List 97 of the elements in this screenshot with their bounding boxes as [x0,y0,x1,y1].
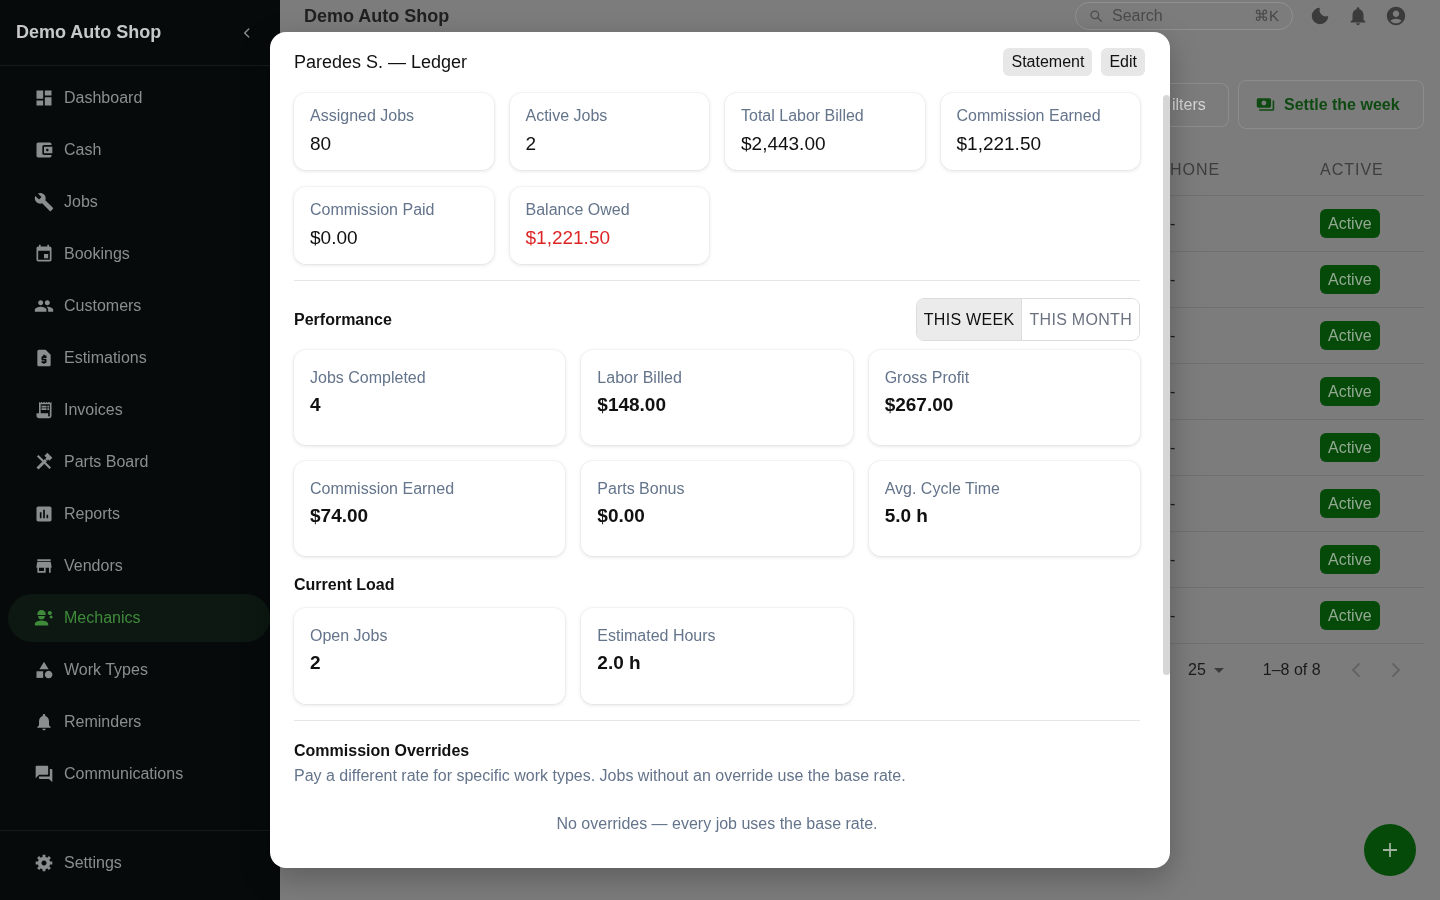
status-badge: Active [1320,433,1380,462]
stat-value: $0.00 [310,226,359,250]
stat-value: 80 [310,132,333,156]
status-badge: Active [1320,209,1380,238]
stat-value: $74.00 [310,504,370,528]
settings-icon [34,853,54,873]
stat-label: Jobs Completed [310,368,427,388]
stat-label: Commission Earned [956,106,1102,126]
stat-value: $148.00 [597,393,667,417]
storefront-icon [34,556,54,576]
stat-label: Gross Profit [884,368,971,388]
stat-label: Parts Bonus [597,479,686,499]
dialog-action-button[interactable]: Statement [1003,48,1093,76]
table-cell-text: - [1170,214,1177,233]
sidebar-item[interactable]: Communications [8,750,270,798]
dialog-title: Paredes S. — Ledger [294,51,468,73]
sidebar-item[interactable]: Bookings [8,230,270,278]
worker-icon [34,608,54,628]
wrench-icon [34,192,54,212]
column-header: ACTIVE [1320,161,1385,179]
stat-label: Total Labor Billed [741,106,865,126]
banknote-icon [1256,95,1275,114]
sidebar-item[interactable]: Customers [8,282,270,330]
moon-icon[interactable] [1309,5,1331,27]
receipt-icon [34,400,54,420]
sidebar-item[interactable]: Jobs [8,178,270,226]
calendar-icon [34,244,54,264]
stat-value: $267.00 [884,393,955,417]
status-badge: Active [1320,265,1380,294]
chevron-right-icon[interactable] [1390,662,1401,678]
stat-label: Labor Billed [597,368,683,388]
sidebar-item[interactable]: Cash [8,126,270,174]
wallet-icon [34,140,54,160]
dialog-action-button[interactable]: Edit [1101,48,1145,76]
scrollbar-thumb[interactable] [1163,95,1170,675]
stat-value: $1,221.50 [956,132,1043,156]
crossed-tools-icon [34,452,54,472]
stat-value: $2,443.00 [741,132,827,156]
dollar-document-icon [34,348,54,368]
sidebar-item[interactable]: Estimations [8,334,270,382]
caret-icon [1213,667,1224,673]
sidebar-item[interactable]: Dashboard [8,74,270,122]
table-cell-text: - [1170,494,1177,513]
table-cell-text: - [1170,326,1177,345]
stat-value: 5.0 h [884,504,929,528]
stat-label: Open Jobs [310,626,389,646]
stat-value: 2 [310,651,322,675]
period-tab[interactable]: THIS MONTH [1021,299,1139,340]
section-description: Pay a different rate for specific work types. Jobs without an override use the base rate. [294,766,906,786]
sidebar-item[interactable]: Settings [8,839,270,887]
account-icon[interactable] [1385,5,1407,27]
stat-value: $0.00 [597,504,646,528]
plus-icon [1382,842,1398,858]
page-range: 1–8 of 8 [1262,661,1321,679]
section-title: Commission Overrides [294,741,470,761]
sidebar-item[interactable]: Vendors [8,542,270,590]
stat-label: Assigned Jobs [310,106,416,126]
sidebar-item[interactable]: Parts Board [8,438,270,486]
search-icon [1089,9,1103,23]
column-header: HONE [1170,161,1222,179]
table-cell-text: - [1170,550,1177,569]
sidebar-item[interactable]: Invoices [8,386,270,434]
stat-value: $1,221.50 [525,226,612,250]
sidebar-item[interactable]: Reports [8,490,270,538]
rows-per-page-select[interactable]: 25 [1188,661,1224,679]
page-title: Demo Auto Shop [304,5,450,27]
table-cell-text: - [1170,270,1177,289]
chat-bubbles-icon [34,764,54,784]
status-badge: Active [1320,321,1380,350]
sidebar-item[interactable]: Work Types [8,646,270,694]
section-title: Current Load [294,575,395,595]
sidebar-item[interactable]: Reminders [8,698,270,746]
status-badge: Active [1320,377,1380,406]
bar-chart-icon [34,504,54,524]
sidebar-item[interactable]: Mechanics [8,594,270,642]
grid-icon [34,88,54,108]
stat-value: 2 [525,132,538,156]
stat-label: Balance Owed [525,200,631,220]
empty-state-text: No overrides — every job uses the base rate. [556,814,878,834]
status-badge: Active [1320,545,1380,574]
stat-label: Active Jobs [525,106,609,126]
shapes-icon [34,660,54,680]
stat-label: Commission Earned [310,479,456,499]
section-title: Performance [294,309,392,330]
period-tab[interactable]: THIS WEEK [916,299,1022,340]
stat-value: 4 [310,393,322,417]
status-badge: Active [1320,489,1380,518]
stat-label: Avg. Cycle Time [884,479,1001,499]
stat-value: 2.0 h [597,651,642,675]
stat-label: Commission Paid [310,200,436,220]
table-cell-text: - [1170,438,1177,457]
bell-icon [34,712,54,732]
stat-label: Estimated Hours [597,626,717,646]
sidebar-title: Demo Auto Shop [16,22,162,43]
table-cell-text: - [1170,606,1177,625]
table-cell-text: - [1170,382,1177,401]
status-badge: Active [1320,601,1380,630]
